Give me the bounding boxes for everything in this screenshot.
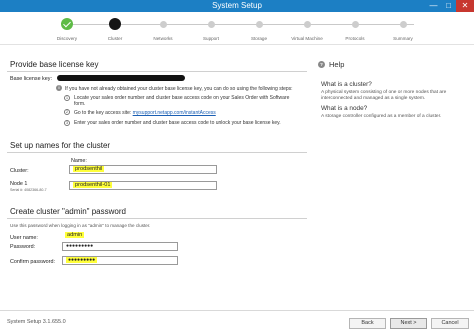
step-pending-icon xyxy=(207,21,215,28)
title-bar: System Setup — □ ✕ xyxy=(0,0,474,12)
username-label: User name: xyxy=(10,235,38,241)
help-icon: ? xyxy=(318,61,325,68)
step-pending-icon xyxy=(399,21,407,28)
step-pending-icon xyxy=(303,21,311,28)
cluster-label: Cluster: xyxy=(10,168,29,174)
version-label: System Setup 3.1.655.0 xyxy=(7,319,66,325)
step-summary[interactable]: Summary xyxy=(373,12,433,45)
confirm-password-value: ●●●●●●●●● xyxy=(66,257,98,263)
help-question-node: What is a node? xyxy=(321,105,368,112)
step-three-icon: 3 xyxy=(64,120,70,126)
names-heading: Set up names for the cluster xyxy=(10,141,111,150)
help-question-cluster: What is a cluster? xyxy=(321,81,372,88)
maximize-icon[interactable]: □ xyxy=(441,0,456,12)
step-pending-icon xyxy=(255,21,263,28)
node-serial: Serial #: 4082366-80-7 xyxy=(10,188,47,192)
info-icon: i xyxy=(56,85,62,91)
step-pending-icon xyxy=(159,21,167,28)
node-label: Node 1 xyxy=(10,181,28,187)
license-intro: If you have not already obtained your cl… xyxy=(65,86,293,92)
confirm-password-label: Confirm password: xyxy=(10,259,55,265)
divider xyxy=(7,218,307,219)
minimize-icon[interactable]: — xyxy=(426,0,441,12)
username-value: admin xyxy=(65,232,85,238)
cluster-name-value: prodsenthil xyxy=(73,166,105,172)
license-step-1: Locate your sales order number and clust… xyxy=(74,95,290,107)
help-answer-cluster: A physical system consisting of one or m… xyxy=(321,90,447,101)
step-current-icon xyxy=(109,18,121,30)
back-button[interactable]: Back xyxy=(349,318,386,329)
step-one-icon: 1 xyxy=(64,95,70,101)
password-input[interactable]: ●●●●●●●●● xyxy=(62,242,178,251)
divider xyxy=(7,71,307,72)
window-title: System Setup xyxy=(212,1,262,10)
step-complete-icon xyxy=(61,18,73,30)
admin-hint: Use this password when logging in as "ad… xyxy=(10,223,151,228)
step-label: Summary xyxy=(393,36,413,41)
next-button[interactable]: Next > xyxy=(390,318,427,329)
step-two-icon: 2 xyxy=(64,109,70,115)
help-answer-node: A storage controller configured as a mem… xyxy=(321,114,442,119)
license-step-2: Go to the key access site: mysupport.net… xyxy=(74,110,216,116)
password-label: Password: xyxy=(10,244,36,250)
cluster-name-input[interactable]: prodsenthil xyxy=(69,165,217,174)
name-column-label: Name: xyxy=(71,158,87,164)
step-pending-icon xyxy=(351,21,359,28)
password-value: ●●●●●●●●● xyxy=(66,243,94,249)
license-step-2-prefix: Go to the key access site: xyxy=(74,110,132,116)
username-field: admin xyxy=(62,232,122,241)
footer-bar: System Setup 3.1.655.0 Back Next > Cance… xyxy=(0,310,474,334)
base-license-input[interactable] xyxy=(59,74,183,83)
admin-heading: Create cluster "admin" password xyxy=(10,207,126,216)
close-icon[interactable]: ✕ xyxy=(456,0,474,12)
help-title: Help xyxy=(329,60,345,69)
node-name-input[interactable]: prodsenthil-01 xyxy=(69,181,217,190)
node-name-value: prodsenthil-01 xyxy=(73,182,113,188)
divider xyxy=(7,152,307,153)
confirm-password-input[interactable]: ●●●●●●●●● xyxy=(62,256,178,265)
instant-access-link[interactable]: mysupport.netapp.com/instantAccess xyxy=(133,110,216,116)
base-license-label: Base license key: xyxy=(10,76,52,82)
license-step-3: Enter your sales order number and cluste… xyxy=(74,120,281,126)
cancel-button[interactable]: Cancel xyxy=(431,318,469,329)
setup-stepper: Discovery Cluster Networks Support Stora… xyxy=(0,12,474,45)
license-heading: Provide base license key xyxy=(10,60,99,69)
